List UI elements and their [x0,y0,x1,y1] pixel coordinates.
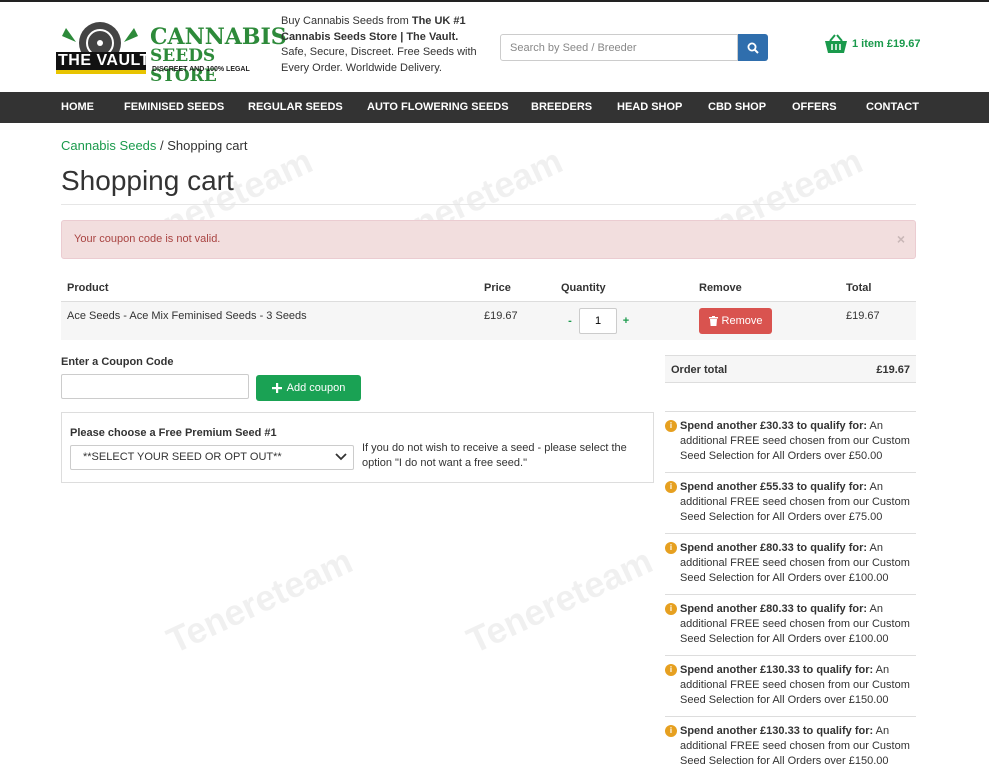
breadcrumb-current: Shopping cart [167,138,248,153]
basket-icon [825,34,847,53]
quantity-stepper: - + [565,308,631,334]
offer-spend-text: Spend another £30.33 to qualify for: [680,420,868,432]
info-icon: i [665,725,677,737]
info-icon: i [665,603,677,615]
tagline-suffix: Safe, Secure, Discreet. Free Seeds with … [281,46,477,74]
main-nav: HOME FEMINISED SEEDS REGULAR SEEDS AUTO … [0,92,989,123]
free-seed-note: If you do not wish to receive a seed - p… [362,442,627,469]
info-icon: i [665,420,677,432]
free-seed-selected-value: **SELECT YOUR SEED OR OPT OUT** [83,451,282,463]
offer-spend-text: Spend another £130.33 to qualify for: [680,725,874,737]
logo-text-vault: THE VAULT [58,52,150,69]
add-coupon-label: Add coupon [286,382,346,394]
nav-head-shop[interactable]: HEAD SHOP [617,92,682,123]
watermark: Tenereteam [460,539,659,662]
row-product-name[interactable]: Ace Seeds - Ace Mix Feminised Seeds - 3 … [67,310,307,322]
info-icon: i [665,542,677,554]
tagline-prefix: Buy Cannabis Seeds from [281,15,412,27]
site-logo[interactable]: THE VAULT CANNABIS SEEDS STORE DISCREET … [56,18,287,86]
nav-home[interactable]: HOME [61,92,94,123]
col-header-remove: Remove [699,282,742,294]
offer-spend-text: Spend another £80.33 to qualify for: [680,603,868,615]
offer-spend-text: Spend another £80.33 to qualify for: [680,542,868,554]
list-item: i Spend another £80.33 to qualify for: An… [665,594,916,655]
chevron-down-icon [335,453,347,461]
offer-spend-text: Spend another £55.33 to qualify for: [680,481,868,493]
logo-text-legal: DISCREET AND 100% LEGAL [152,66,250,73]
free-seed-label: Please choose a Free Premium Seed #1 [70,427,277,439]
free-seed-panel: Please choose a Free Premium Seed #1 **S… [61,412,654,483]
quantity-increase-button[interactable]: + [621,315,631,327]
list-item: i Spend another £130.33 to qualify for: A… [665,655,916,716]
coupon-label: Enter a Coupon Code [61,356,174,368]
nav-cbd-shop[interactable]: CBD SHOP [708,92,766,123]
nav-offers[interactable]: OFFERS [792,92,837,123]
quantity-decrease-button[interactable]: - [565,315,575,327]
quantity-input[interactable] [579,308,617,334]
search-bar [500,34,768,61]
row-price: £19.67 [484,310,518,322]
nav-breeders[interactable]: BREEDERS [531,92,592,123]
coupon-input[interactable] [61,374,249,399]
offer-spend-text: Spend another £130.33 to qualify for: [680,664,874,676]
nav-auto-flowering-seeds[interactable]: AUTO FLOWERING SEEDS [367,92,509,123]
col-header-quantity: Quantity [561,282,606,294]
cart-text: 1 item £19.67 [852,38,921,50]
breadcrumb-home-link[interactable]: Cannabis Seeds [61,138,156,153]
watermark: Tenereteam [160,539,359,662]
alert-close-icon[interactable]: × [897,221,905,258]
order-total: Order total £19.67 [665,355,916,383]
list-item: i Spend another £80.33 to qualify for: An… [665,533,916,594]
search-input[interactable] [500,34,738,61]
order-total-label: Order total [671,364,728,376]
top-border [0,0,989,2]
search-icon [747,42,759,54]
list-item: i Spend another £130.33 to qualify for: A… [665,716,916,775]
breadcrumb: Cannabis Seeds / Shopping cart [61,138,247,153]
list-item: i Spend another £30.33 to qualify for: An… [665,411,916,472]
plus-icon [271,383,282,393]
remove-button-label: Remove [721,315,763,327]
trash-icon [708,316,718,326]
row-total: £19.67 [846,310,880,322]
alert-message: Your coupon code is not valid. [74,233,221,245]
remove-item-button[interactable]: Remove [699,308,772,334]
col-header-product: Product [67,282,109,294]
offers-list: i Spend another £30.33 to qualify for: An… [665,411,916,775]
page-title: Shopping cart [61,165,234,196]
col-header-total: Total [846,282,872,294]
nav-contact[interactable]: CONTACT [866,92,919,123]
info-icon: i [665,481,677,493]
search-button[interactable] [738,34,768,61]
add-coupon-button[interactable]: Add coupon [256,375,361,401]
nav-feminised-seeds[interactable]: FEMINISED SEEDS [124,92,224,123]
order-total-value: £19.67 [876,364,910,376]
nav-regular-seeds[interactable]: REGULAR SEEDS [248,92,343,123]
coupon-error-alert: Your coupon code is not valid. × [61,220,916,259]
breadcrumb-separator: / [156,138,168,153]
col-header-price: Price [484,282,511,294]
header-tagline: Buy Cannabis Seeds from The UK #1 Cannab… [281,14,486,76]
list-item: i Spend another £55.33 to qualify for: An… [665,472,916,533]
info-icon: i [665,664,677,676]
free-seed-select[interactable]: **SELECT YOUR SEED OR OPT OUT** [70,445,354,470]
title-divider [61,204,916,205]
cart-summary[interactable]: 1 item £19.67 [824,33,921,55]
